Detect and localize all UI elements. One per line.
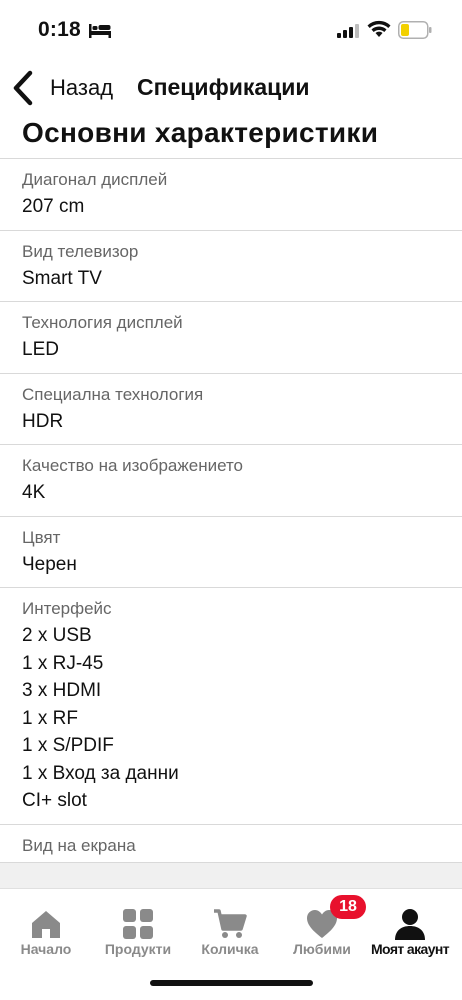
wifi-icon	[367, 20, 391, 37]
signal-icon	[337, 24, 359, 38]
tab-products[interactable]: Продукти	[92, 889, 184, 969]
tab-favorites[interactable]: 18 Любими	[276, 889, 368, 969]
spec-row: Специална технология HDR	[0, 372, 462, 445]
section-title: Основни характеристики	[22, 117, 379, 148]
tab-label: Любими	[293, 941, 351, 957]
page-title: Спецификации	[137, 74, 310, 100]
status-time: 0:18	[38, 18, 81, 41]
spec-label: Интерфейс	[22, 599, 112, 618]
spec-label: Цвят	[22, 527, 61, 547]
spec-values: 2 x USB 1 x RJ-45 3 x HDMI 1 x RF 1 x S/PDIF…	[22, 622, 462, 824]
spec-value: 1 x RJ-45	[22, 652, 104, 674]
spec-row: Диагонал дисплей 207 cm	[0, 158, 462, 230]
spec-value: 1 x RF	[22, 707, 78, 729]
spec-value: 1 x S/PDIF	[22, 735, 114, 756]
spec-row: Технология дисплей LED	[0, 301, 462, 373]
spec-row: Вид телевизор Smart TV	[0, 229, 462, 302]
chevron-left-icon	[13, 70, 33, 106]
tab-label: Моят акаунт	[370, 941, 450, 957]
bed-icon	[89, 24, 111, 38]
spec-value: Smart TV	[22, 267, 102, 289]
status-bar: 0:18	[0, 0, 462, 60]
tab-label: Количка	[201, 941, 259, 957]
spec-values: LED	[22, 336, 462, 373]
spec-label: Специална технология	[22, 384, 204, 404]
spec-label: Качество на изображението	[22, 456, 244, 475]
back-button[interactable]: Назад	[10, 62, 113, 114]
spec-value: 2 x USB	[22, 625, 92, 646]
spec-row: Интерфейс 2 x USB 1 x RJ-45 3 x HDMI 1 x RF 1…	[0, 587, 462, 824]
grid-icon	[123, 909, 153, 939]
spec-value: Черен	[22, 553, 77, 575]
spec-label: Технология дисплей	[22, 313, 183, 332]
home-indicator	[150, 980, 313, 986]
spec-value: CI+ slot	[22, 790, 87, 811]
specs-content: Основни характеристики Диагонал дисплей 2…	[0, 112, 462, 895]
spec-row: Качество на изображението 4K	[0, 444, 462, 516]
spec-value: 4K	[22, 482, 46, 503]
home-icon	[32, 911, 60, 938]
spec-row: Цвят Черен	[0, 515, 462, 588]
spec-values: Черен	[22, 551, 462, 588]
spec-values: 207 cm	[22, 193, 462, 230]
spec-values: HDR	[22, 408, 462, 445]
tab-cart[interactable]: Количка	[184, 889, 276, 969]
spec-label: Диагонал дисплей	[22, 170, 168, 189]
battery-icon	[398, 21, 432, 39]
spec-value: HDR	[22, 410, 64, 432]
spec-value: 207 cm	[22, 196, 85, 217]
spec-label: Вид на екрана	[22, 835, 136, 855]
content-footer-band	[0, 862, 462, 888]
spec-value: 3 x HDMI	[22, 680, 102, 701]
spec-values: Smart TV	[22, 265, 462, 302]
tab-my-account[interactable]: Моят акаунт	[360, 889, 460, 969]
tab-label: Начало	[20, 941, 72, 957]
tab-label: Продукти	[104, 941, 172, 957]
tab-home[interactable]: Начало	[0, 889, 92, 969]
spec-value: LED	[22, 339, 59, 360]
spec-values: 4K	[22, 479, 462, 516]
spec-value: 1 x Вход за данни	[22, 762, 179, 784]
cart-icon	[214, 909, 247, 938]
nav-header: Назад Спецификации	[0, 62, 462, 114]
spec-label: Вид телевизор	[22, 241, 139, 261]
person-icon	[395, 909, 425, 940]
back-label: Назад	[50, 75, 114, 100]
spec-list: Диагонал дисплей 207 cm Вид телевизор Smart…	[0, 158, 462, 895]
